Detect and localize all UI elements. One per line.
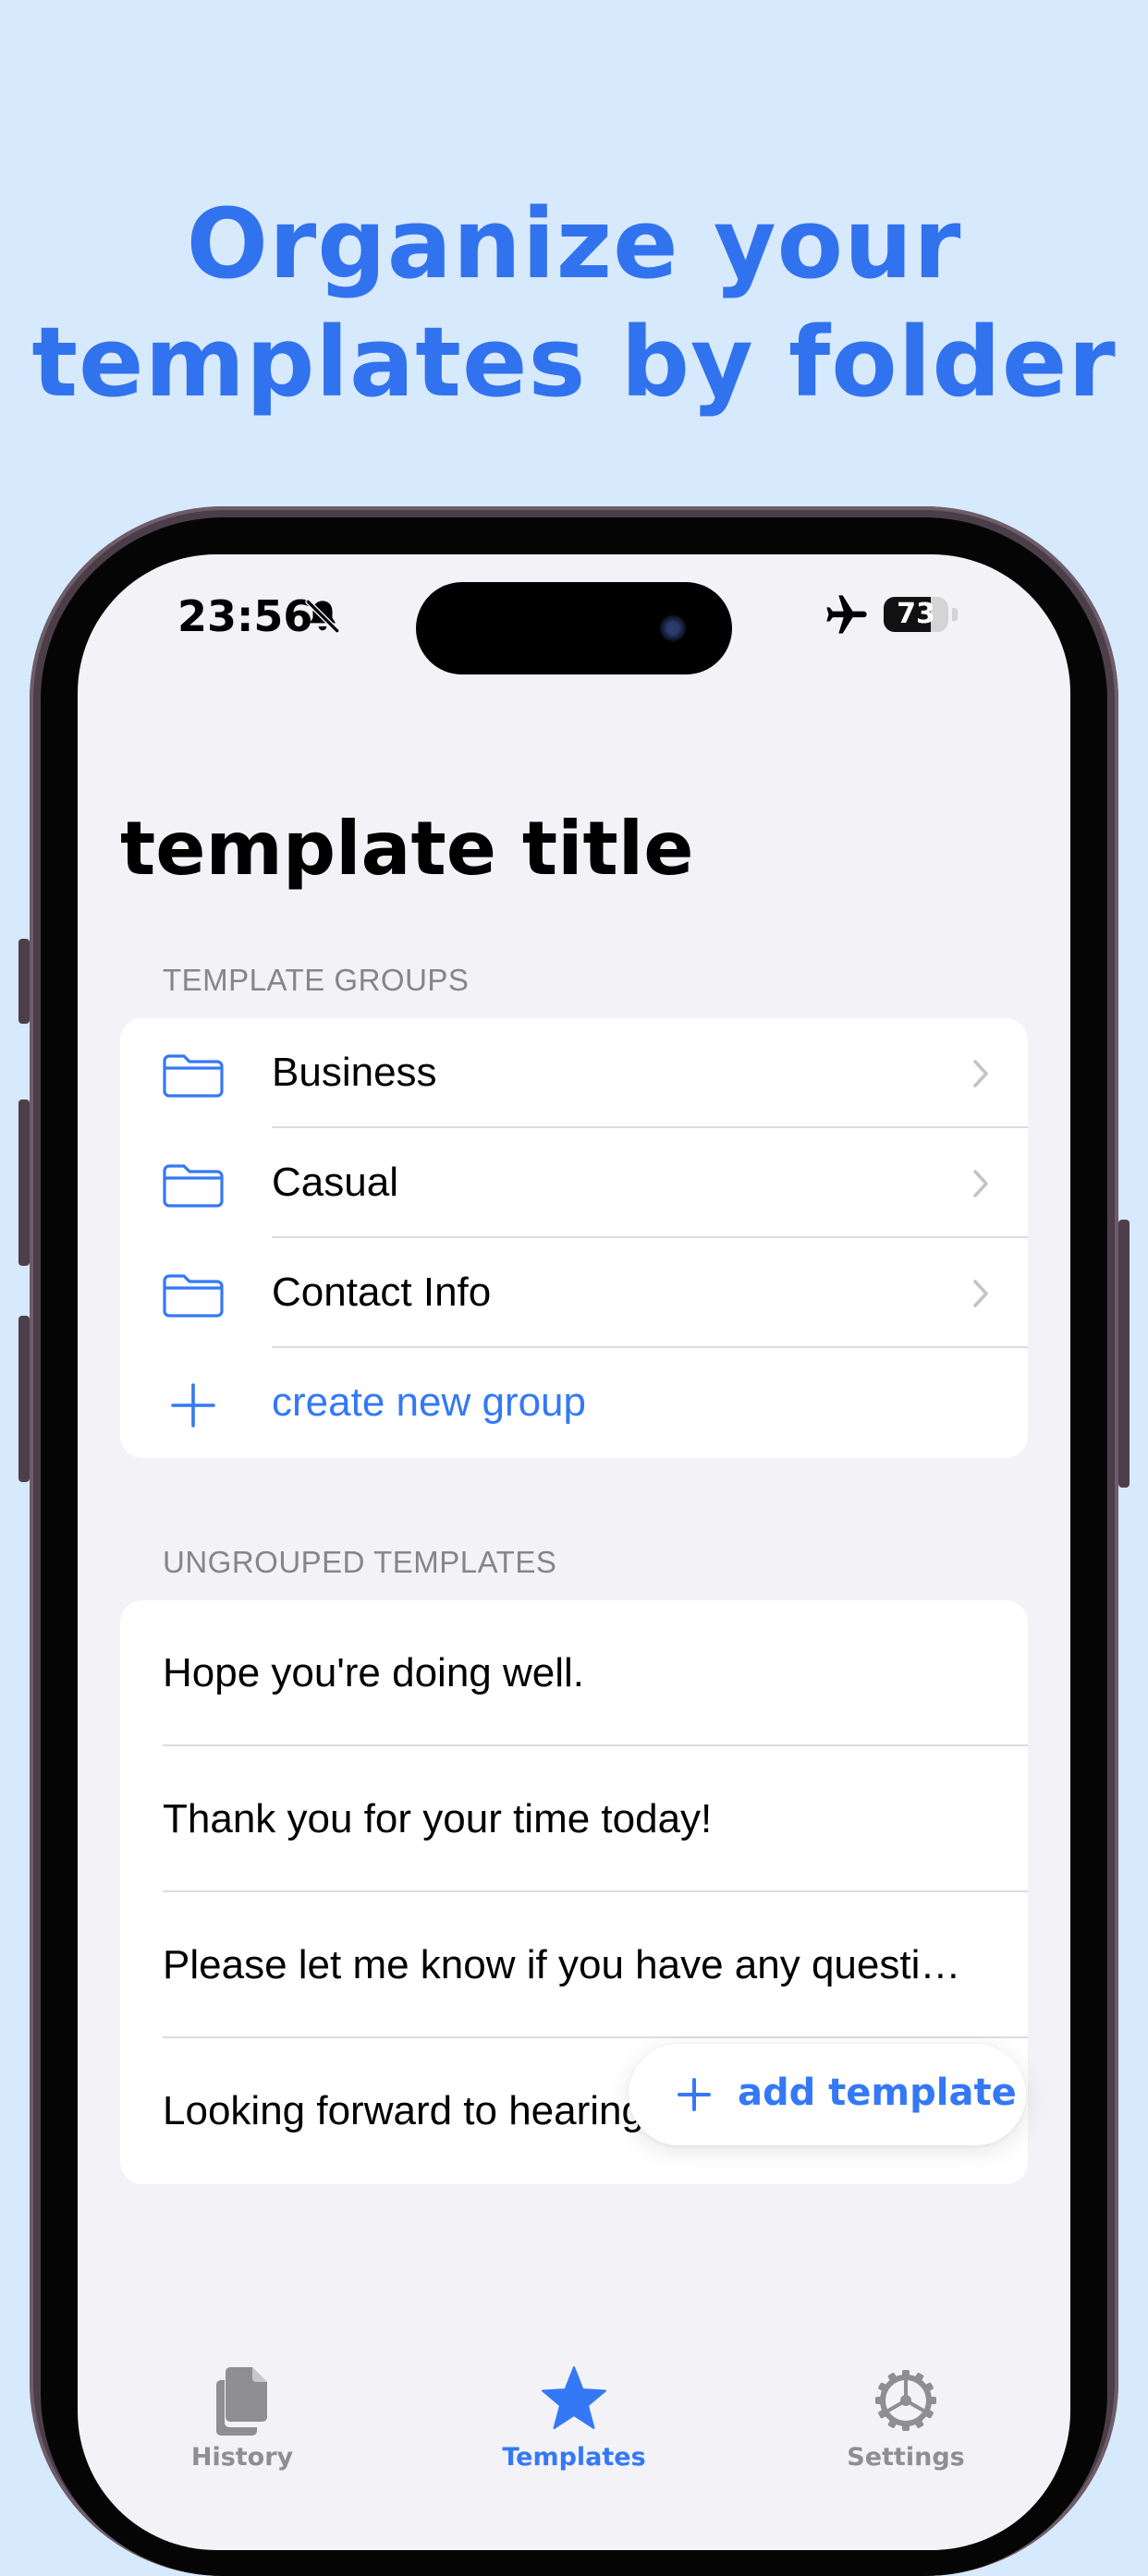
group-row-casual[interactable]: Casual [120, 1128, 1028, 1238]
tab-settings[interactable]: Settings [786, 2356, 1026, 2495]
plus-icon [678, 2078, 711, 2111]
battery-cap [952, 608, 958, 621]
battery-indicator: 73 [884, 597, 948, 632]
group-label: Business [272, 1050, 437, 1095]
chevron-right-icon [973, 1170, 988, 1197]
action-button [18, 939, 30, 1024]
tab-history[interactable]: History [122, 2356, 362, 2495]
tab-label: Settings [847, 2443, 965, 2472]
battery-percent: 73 [897, 598, 935, 630]
volume-up-button [18, 1100, 30, 1266]
group-label: Casual [272, 1160, 398, 1205]
bell-slash-icon [305, 599, 340, 634]
phone-screen: 23:56 73 template title TEMPLATE GROUPS … [78, 554, 1070, 2550]
plus-icon [171, 1383, 215, 1428]
ungrouped-templates-header: UNGROUPED TEMPLATES [163, 1545, 557, 1579]
promo-headline-line-1: Organize your [186, 188, 962, 300]
template-text: Hope you're doing well. [163, 1650, 585, 1695]
add-template-button[interactable]: add template [629, 2044, 1026, 2145]
promo-headline: Organize your templates by folder [0, 185, 1148, 421]
template-row[interactable]: Hope you're doing well. [120, 1600, 1028, 1746]
chevron-right-icon [973, 1280, 988, 1307]
add-template-label: add template [738, 2072, 1017, 2114]
camera-icon [660, 615, 686, 641]
tab-templates[interactable]: Templates [454, 2356, 694, 2495]
document-icon [216, 2367, 267, 2436]
group-label: Contact Info [272, 1270, 492, 1315]
folder-icon [163, 1274, 224, 1318]
template-groups-header: TEMPLATE GROUPS [163, 963, 470, 997]
create-new-group-label: create new group [272, 1379, 586, 1425]
create-new-group-button[interactable]: create new group [120, 1348, 1028, 1458]
template-text: Please let me know if you have any quest… [163, 1942, 961, 1987]
volume-down-button [18, 1316, 30, 1482]
page-title: template title [120, 806, 694, 892]
folder-icon [163, 1164, 224, 1208]
template-row[interactable]: Please let me know if you have any quest… [120, 1892, 1028, 2038]
chevron-right-icon [973, 1060, 988, 1088]
gear-icon [875, 2370, 936, 2431]
template-row[interactable]: Thank you for your time today! [120, 1746, 1028, 1892]
template-text: Thank you for your time today! [163, 1796, 713, 1841]
group-row-business[interactable]: Business [120, 1018, 1028, 1128]
airplane-icon [826, 595, 867, 634]
group-row-contact-info[interactable]: Contact Info [120, 1238, 1028, 1348]
template-groups-card: Business Casual Contact Info create new … [120, 1018, 1028, 1458]
star-icon [542, 2366, 606, 2429]
tab-label: Templates [502, 2443, 646, 2472]
folder-icon [163, 1054, 224, 1098]
power-button [1118, 1220, 1130, 1488]
promo-headline-line-2: templates by folder [31, 306, 1117, 419]
tab-bar: History Templates Settings [78, 2356, 1070, 2550]
status-time: 23:56 [177, 591, 313, 641]
tab-label: History [190, 2443, 294, 2472]
dynamic-island [416, 582, 732, 674]
